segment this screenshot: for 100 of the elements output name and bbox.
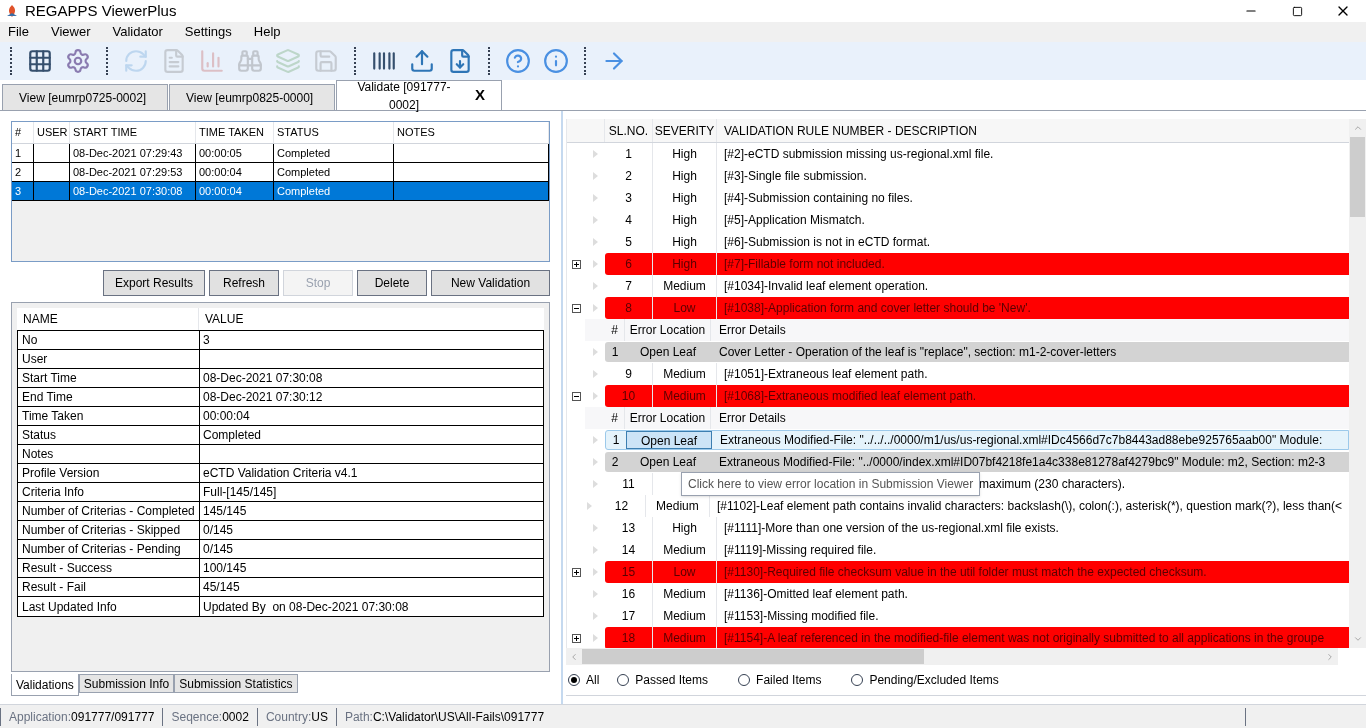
property-name: Profile Version — [18, 464, 200, 482]
scroll-up-icon[interactable] — [1352, 123, 1363, 133]
column-header[interactable]: Error Location — [625, 407, 711, 429]
menu-item[interactable]: Viewer — [44, 22, 97, 42]
rule-row[interactable]: 1 High [#2]-eCTD submission missing us-regional.xml file. — [605, 143, 1349, 165]
property-value: Updated By on 08-Dec-2021 07:30:08 — [202, 598, 410, 616]
tab-close-button[interactable]: X — [475, 84, 485, 107]
error-row[interactable]: 2 Open Leaf Extraneous Modified-File: "../0000/index.xml#ID07bf4218fe1a4c338e81278af4279bc9" Module: m2, Section: m2-3 — [605, 452, 1349, 472]
collapse-icon[interactable] — [571, 303, 581, 313]
property-value: Full-[145/145] — [202, 484, 278, 501]
column-header[interactable]: TIME TAKEN — [196, 122, 274, 143]
validation-row[interactable]: 1 08-Dec-2021 07:29:43 00:00:05 Completed — [12, 144, 549, 163]
property-name: Number of Criterias - Skipped — [18, 521, 200, 539]
horizontal-scrollbar[interactable] — [566, 648, 1338, 665]
row-arrow-icon — [592, 590, 598, 598]
filter-radio[interactable]: Pending/Excluded Items — [851, 671, 999, 689]
rule-row[interactable]: 6 High [#7]-Fillable form not included. — [605, 253, 1349, 275]
column-header[interactable]: STATUS — [274, 122, 394, 143]
collapse-icon[interactable] — [571, 391, 581, 401]
column-header[interactable]: VALIDATION RULE NUMBER - DESCRIPTION — [717, 119, 1349, 142]
error-row[interactable]: 1 Open Leaf Extraneous Modified-File: "../../../0000/m1/us/us-regional.xml#IDc4566d7c7b8443ad88ebe925765aab00" Module: — [605, 430, 1349, 450]
menu-item[interactable]: Validator — [106, 22, 169, 42]
open-leaf-button[interactable]: Open Leaf — [625, 452, 711, 472]
document-tab[interactable]: View [eumrp0725-0002] — [2, 84, 168, 110]
menu-item[interactable]: Settings — [178, 22, 238, 42]
column-header[interactable]: # — [12, 122, 34, 143]
filter-radio[interactable]: Passed Items — [617, 671, 709, 689]
menu-item[interactable]: File — [2, 22, 35, 42]
column-header[interactable]: SL.NO. — [605, 119, 653, 142]
property-value: 3 — [202, 332, 211, 349]
action-button[interactable]: Delete — [357, 270, 427, 296]
document-tab[interactable]: Validate [091777-0002] X — [336, 80, 502, 110]
column-header[interactable]: NAME — [17, 308, 199, 330]
panel-tab[interactable]: Submission Statistics — [174, 674, 298, 693]
table-cell: 2 — [12, 163, 34, 181]
error-index: 2 — [610, 454, 620, 471]
status-label: Application: — [9, 708, 72, 726]
maximize-icon[interactable] — [1291, 5, 1303, 17]
serial-number: 4 — [605, 209, 653, 231]
rule-row[interactable]: 3 High [#4]-Submission containing no files. — [605, 187, 1349, 209]
action-button[interactable]: New Validation — [431, 270, 550, 296]
column-header[interactable]: # — [605, 319, 625, 341]
error-row[interactable]: 1 Open Leaf Cover Letter - Operation of the leaf is "replace", section: m1-2-cover-letters — [605, 342, 1349, 362]
rule-row[interactable]: 18 Medium [#1154]-A leaf referenced in the modified-file element was not originally submitted to all applications in the groupe — [605, 627, 1349, 648]
rule-row[interactable]: 13 High [#1111]-More than one version of the us-regional.xml file exists. — [605, 517, 1349, 539]
scrollbar-thumb[interactable] — [1350, 137, 1365, 217]
filter-radio[interactable]: Failed Items — [738, 671, 822, 689]
column-header[interactable]: Error Details — [711, 319, 1349, 341]
scroll-right-icon[interactable] — [1325, 651, 1335, 662]
column-header[interactable]: NOTES — [394, 122, 549, 143]
rule-description: [#1119]-Missing required file. — [723, 542, 878, 559]
expand-icon[interactable] — [571, 259, 581, 269]
property-value: 45/145 — [202, 579, 241, 596]
status-value: 091777/091777 — [71, 708, 155, 726]
document-tab[interactable]: View [eumrp0825-0000] — [169, 84, 335, 110]
severity: High — [653, 165, 717, 187]
scroll-down-icon[interactable] — [1352, 634, 1363, 644]
column-header[interactable]: USER — [34, 122, 70, 143]
table-cell: 3 — [12, 182, 34, 200]
scroll-left-icon[interactable] — [569, 651, 579, 662]
rule-row[interactable]: 4 High [#5]-Application Mismatch. — [605, 209, 1349, 231]
column-header[interactable]: Error Location — [625, 319, 711, 341]
rule-row[interactable]: 2 High [#3]-Single file submission. — [605, 165, 1349, 187]
validation-row[interactable]: 2 08-Dec-2021 07:29:53 00:00:04 Completed — [12, 163, 549, 182]
row-arrow-icon — [592, 348, 598, 356]
status-value: 0002 — [222, 708, 249, 726]
severity: Low — [653, 561, 717, 583]
error-details: Cover Letter - Operation of the leaf is "replace", section: m1-2-cover-letters — [718, 344, 1118, 361]
expand-icon[interactable] — [571, 633, 581, 643]
panel-tab[interactable]: Submission Info — [78, 674, 175, 693]
expand-icon[interactable] — [571, 567, 581, 577]
panel-tab[interactable]: Validations — [11, 674, 79, 696]
action-button[interactable]: Export Results — [103, 270, 205, 296]
menu-item[interactable]: Help — [247, 22, 287, 42]
open-leaf-button[interactable]: Open Leaf — [625, 342, 711, 362]
validation-row[interactable]: 3 08-Dec-2021 07:30:08 00:00:04 Completed — [12, 182, 549, 201]
rule-row[interactable]: 15 Low [#1130]-Required file checksum value in the util folder must match the expected checksum. — [605, 561, 1349, 583]
column-header[interactable]: # — [605, 407, 625, 429]
action-button[interactable]: Refresh — [209, 270, 279, 296]
rule-row[interactable]: 16 Medium [#1136]-Omitted leaf element path. — [605, 583, 1349, 605]
open-leaf-button[interactable]: Open Leaf — [626, 431, 712, 449]
rule-row[interactable]: 10 Medium [#1068]-Extraneous modified leaf element path. — [605, 385, 1349, 407]
column-header[interactable]: SEVERITY — [653, 119, 717, 142]
rule-description: [#4]-Submission containing no files. — [723, 190, 914, 207]
row-arrow-icon — [592, 480, 598, 488]
vertical-scrollbar[interactable] — [1349, 119, 1366, 648]
severity: High — [653, 209, 717, 231]
column-header[interactable]: VALUE — [199, 308, 544, 330]
rule-description: [#1154]-A leaf referenced in the modified-file element was not originally submitted to all applications in the groupe — [723, 630, 1326, 647]
severity: High — [653, 253, 717, 275]
rule-row[interactable]: 8 Low [#1038]-Application form and cover letter should be 'New'. — [605, 297, 1349, 319]
column-header[interactable]: START TIME — [70, 122, 196, 143]
property-value: Completed — [202, 427, 263, 444]
filter-radio[interactable]: All — [568, 671, 600, 689]
table-cell: 00:00:04 — [196, 182, 274, 200]
table-cell: 00:00:04 — [196, 163, 274, 181]
column-header[interactable]: Error Details — [711, 407, 1349, 429]
row-arrow-icon — [592, 282, 598, 290]
row-arrow-icon — [592, 260, 598, 268]
severity: High — [653, 187, 717, 209]
